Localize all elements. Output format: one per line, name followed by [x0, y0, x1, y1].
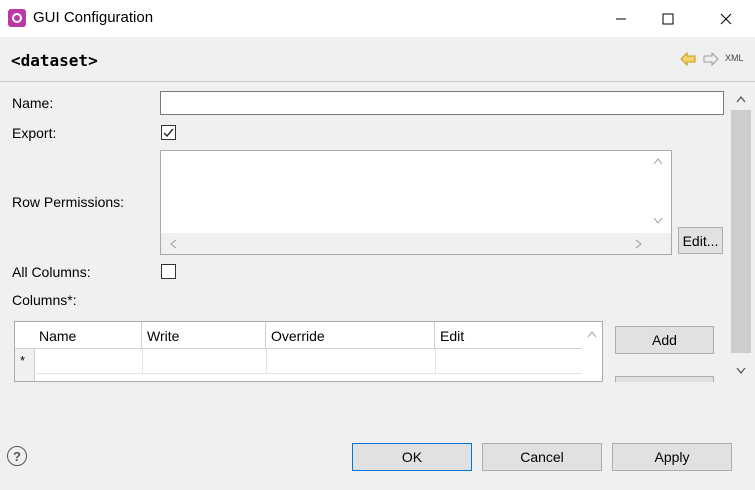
cancel-button[interactable]: Cancel [482, 443, 602, 471]
scroll-left-icon[interactable] [169, 239, 177, 249]
window-title: GUI Configuration [33, 9, 154, 26]
minimize-button[interactable] [598, 0, 644, 37]
help-icon[interactable]: ? [7, 446, 27, 466]
scroll-right-icon[interactable] [635, 239, 643, 249]
all-columns-checkbox[interactable] [161, 264, 176, 279]
export-label: Export: [12, 125, 57, 141]
main-scroll-down-icon[interactable] [736, 367, 746, 375]
column-header-name[interactable]: Name [34, 322, 142, 348]
ok-button[interactable]: OK [352, 443, 472, 471]
table-row[interactable] [34, 349, 582, 374]
all-columns-label: All Columns: [12, 264, 91, 280]
columns-label: Columns*: [12, 292, 77, 308]
close-button[interactable] [703, 0, 749, 37]
new-row-marker: * [20, 353, 26, 368]
scrollbar-thumb[interactable] [731, 110, 751, 353]
maximize-icon [662, 13, 674, 24]
close-icon [720, 13, 732, 24]
table-scroll-up-icon[interactable] [587, 330, 597, 338]
scroll-up-icon[interactable] [653, 157, 663, 165]
export-checkbox[interactable] [161, 125, 176, 140]
second-side-button[interactable] [615, 376, 714, 382]
forward-arrow-icon[interactable] [703, 52, 719, 66]
apply-button[interactable]: Apply [612, 443, 732, 471]
maximize-button[interactable] [645, 0, 691, 37]
edit-permissions-button[interactable]: Edit... [678, 227, 723, 254]
title-bar: GUI Configuration [0, 0, 755, 37]
row-permissions-textarea[interactable] [160, 150, 672, 255]
column-header-write[interactable]: Write [142, 322, 266, 348]
element-header: <dataset> XML [0, 37, 755, 82]
main-scroll-up-icon[interactable] [736, 95, 746, 103]
back-arrow-icon[interactable] [680, 52, 696, 66]
element-title: <dataset> [11, 51, 98, 70]
column-header-edit[interactable]: Edit [435, 322, 582, 348]
xml-view-button[interactable]: XML [725, 53, 744, 63]
scroll-down-icon[interactable] [653, 217, 663, 225]
checkmark-icon [163, 128, 174, 138]
name-input[interactable] [160, 91, 724, 115]
add-column-button[interactable]: Add [615, 326, 714, 354]
minimize-icon [616, 18, 626, 19]
app-logo-icon [8, 9, 26, 27]
columns-table[interactable]: Name Write Override Edit * [14, 321, 603, 382]
horizontal-scrollbar[interactable] [161, 233, 671, 254]
column-header-override[interactable]: Override [266, 322, 435, 348]
name-label: Name: [12, 95, 54, 111]
row-permissions-label: Row Permissions: [12, 194, 125, 210]
table-header: Name Write Override Edit [15, 322, 582, 349]
